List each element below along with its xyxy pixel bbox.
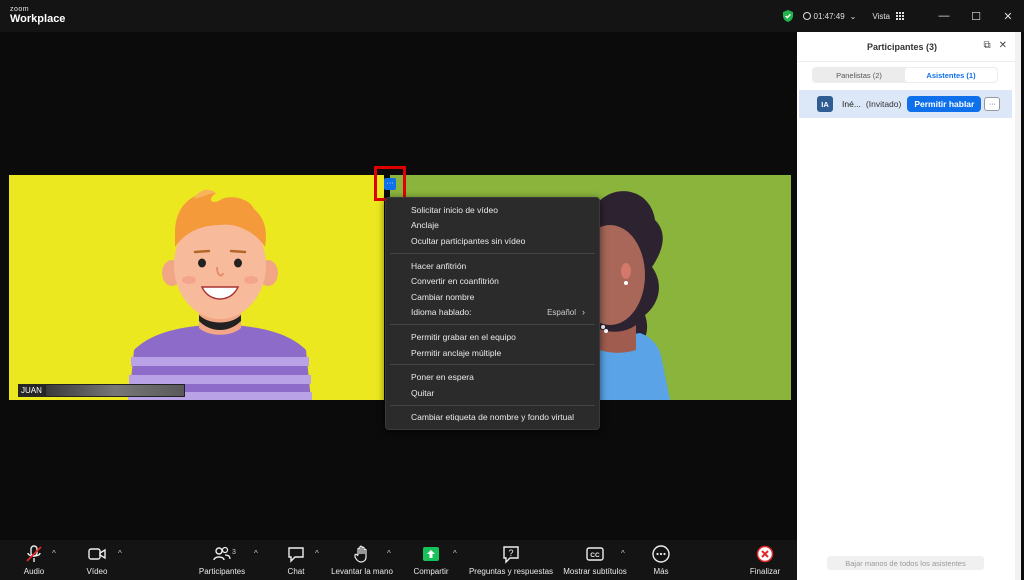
minimize-button[interactable]: — [928, 0, 960, 32]
meeting-timer[interactable]: 01:47:49 ⌄ [802, 11, 857, 21]
attendee-role: (Invitado) [865, 99, 902, 109]
panel-tabs: Panelistas (2) Asistentes (1) [812, 67, 998, 83]
end-label: Finalizar [749, 567, 781, 576]
scrollbar[interactable] [1015, 32, 1021, 580]
share-options-caret[interactable]: ^ [453, 549, 457, 558]
view-button[interactable]: Vista [872, 12, 904, 21]
attendee-name: Iné... [842, 99, 861, 109]
clock-icon [802, 12, 811, 20]
title-bar: zoom Workplace 01:47:49 ⌄ Vista — ☐ ✕ [0, 0, 1024, 32]
chat-icon [288, 547, 304, 563]
lower-all-hands-button[interactable]: Bajar manos de todos los asistentes [827, 556, 984, 570]
encryption-shield-icon[interactable] [781, 9, 795, 23]
participants-panel: Participantes (3) ⧉ ✕ Panelistas (2) Asi… [797, 32, 1021, 580]
name-tag: JUAN [18, 384, 185, 397]
blurred-name [44, 384, 185, 397]
menu-allow-multipin[interactable]: Permitir anclaje múltiple [386, 345, 599, 361]
more-label: Más [653, 567, 669, 576]
end-meeting-icon [756, 545, 774, 563]
zoom-app: zoom Workplace 01:47:49 ⌄ Vista — ☐ ✕ JU… [0, 0, 1024, 580]
menu-spoken-language[interactable]: Idioma hablado: Español › [386, 305, 599, 321]
closed-captions-icon: CC [586, 547, 604, 561]
meeting-toolbar: Audio ^ Vídeo ^ Participantes 3 ^ Chat ^… [0, 540, 797, 580]
video-label: Vídeo [86, 567, 108, 576]
raise-hand-label: Levantar la mano [331, 567, 393, 576]
share-button[interactable]: Compartir [386, 544, 476, 576]
menu-pin[interactable]: Anclaje [386, 218, 599, 234]
video-options-caret[interactable]: ^ [118, 549, 122, 558]
menu-separator [390, 364, 595, 366]
video-more-options-button[interactable]: ··· [374, 166, 406, 201]
language-value: Español [547, 307, 576, 317]
video-button[interactable]: Vídeo [52, 544, 142, 576]
participants-icon [213, 546, 231, 561]
menu-separator [390, 324, 595, 326]
svg-text:?: ? [508, 548, 513, 558]
menu-make-host[interactable]: Hacer anfitrión [386, 258, 599, 274]
menu-allow-record[interactable]: Permitir grabar en el equipo [386, 329, 599, 345]
audio-label: Audio [23, 567, 45, 576]
menu-separator [390, 252, 595, 254]
qa-button[interactable]: ? Preguntas y respuestas [466, 544, 556, 576]
boy-avatar-image [128, 189, 312, 400]
logo-small: zoom [10, 6, 30, 13]
participant-name: JUAN [18, 384, 45, 397]
timer-text: 01:47:49 [813, 11, 845, 21]
logo-big: Workplace [10, 13, 66, 25]
video-camera-icon [88, 548, 106, 560]
menu-change-name-tag[interactable]: Cambiar etiqueta de nombre y fondo virtu… [386, 410, 599, 426]
chevron-right-icon: › [582, 307, 585, 318]
attendee-more-button[interactable]: ··· [984, 97, 1001, 111]
tab-panelists[interactable]: Panelistas (2) [813, 68, 905, 82]
chevron-down-icon: ⌄ [849, 11, 857, 21]
qa-icon: ? [503, 546, 519, 564]
menu-make-cohost[interactable]: Convertir en coanfitrión [386, 273, 599, 289]
more-button[interactable]: Más [616, 544, 706, 576]
more-options-icon [652, 545, 670, 563]
end-meeting-button[interactable]: Finalizar [720, 544, 810, 576]
grid-icon [896, 12, 904, 20]
close-window-button[interactable]: ✕ [992, 0, 1024, 32]
panel-header: Participantes (3) ⧉ ✕ [797, 32, 1015, 62]
svg-text:CC: CC [590, 552, 600, 559]
share-label: Compartir [413, 567, 449, 576]
attendee-row[interactable]: IA Iné... (Invitado) Permitir hablar ··· [799, 90, 1012, 118]
raise-hand-icon [354, 545, 367, 563]
menu-spoken-language-label: Idioma hablado: [411, 307, 472, 318]
mic-muted-icon [26, 545, 42, 562]
panel-title: Participantes (3) [866, 42, 938, 52]
menu-remove[interactable]: Quitar [386, 385, 599, 401]
allow-to-talk-button[interactable]: Permitir hablar [907, 96, 982, 112]
share-screen-icon [423, 547, 439, 561]
popout-icon[interactable]: ⧉ [983, 40, 990, 51]
close-icon[interactable]: ✕ [999, 40, 1007, 51]
more-dots-icon: ··· [384, 177, 396, 190]
participants-label: Participantes [198, 567, 246, 576]
menu-request-video[interactable]: Solicitar inicio de vídeo [386, 202, 599, 218]
spoken-language-value: Español › [547, 307, 585, 317]
view-label: Vista [872, 11, 890, 21]
menu-rename[interactable]: Cambiar nombre [386, 289, 599, 305]
maximize-button[interactable]: ☐ [960, 0, 992, 32]
chat-label: Chat [287, 567, 305, 576]
participant-context-menu: Solicitar inicio de vídeo Anclaje Oculta… [385, 197, 600, 431]
menu-waiting-room[interactable]: Poner en espera [386, 369, 599, 385]
tab-attendees[interactable]: Asistentes (1) [905, 68, 997, 82]
avatar: IA [817, 96, 833, 112]
zoom-workplace-logo: zoom Workplace [10, 6, 65, 25]
menu-separator [390, 404, 595, 406]
qa-label: Preguntas y respuestas [468, 567, 554, 576]
video-stage: JUAN ··· Solicitar inicio de vídeo Ancla… [0, 32, 797, 540]
video-tile-juan[interactable]: JUAN [9, 175, 384, 400]
menu-hide-non-video[interactable]: Ocultar participantes sin vídeo [386, 233, 599, 249]
participants-count: 3 [232, 549, 236, 556]
